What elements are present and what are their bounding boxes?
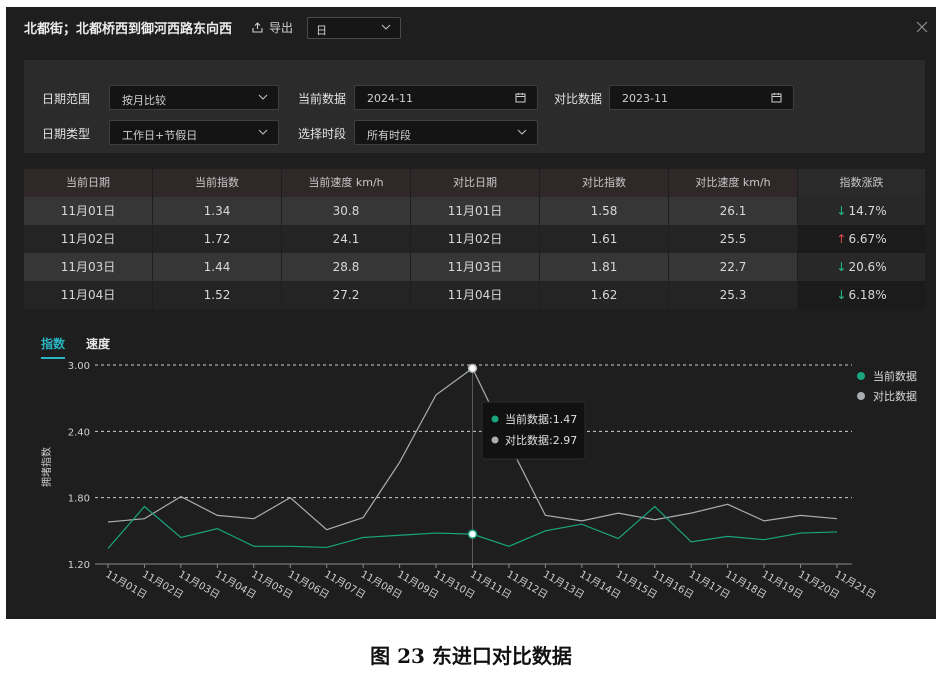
y-tick-label: 3.00: [68, 361, 90, 372]
legend-marker: [857, 372, 865, 380]
legend-label: 当前数据: [873, 369, 917, 383]
tooltip-marker-compare: [491, 436, 499, 444]
legend-marker: [857, 392, 865, 400]
data-point-current: [467, 529, 478, 539]
tooltip: [481, 401, 586, 460]
y-tick-label: 1.80: [68, 494, 90, 505]
y-axis-label: 拥堵指数: [40, 447, 53, 487]
legend-label: 对比数据: [873, 389, 917, 403]
data-point-compare: [467, 363, 478, 374]
figure-caption: 图 23 东进口对比数据: [370, 644, 572, 668]
line-chart: 1.201.802.403.0011月01日11月02日11月03日11月04日…: [40, 361, 917, 601]
tooltip-marker-current: [491, 415, 499, 423]
y-tick-label: 1.20: [68, 560, 90, 571]
tooltip-current-value: 当前数据:1.47: [505, 412, 577, 426]
x-tick-label: 11月21日: [833, 568, 878, 601]
tooltip-compare-value: 对比数据:2.97: [505, 433, 577, 447]
y-tick-label: 2.40: [68, 427, 90, 438]
